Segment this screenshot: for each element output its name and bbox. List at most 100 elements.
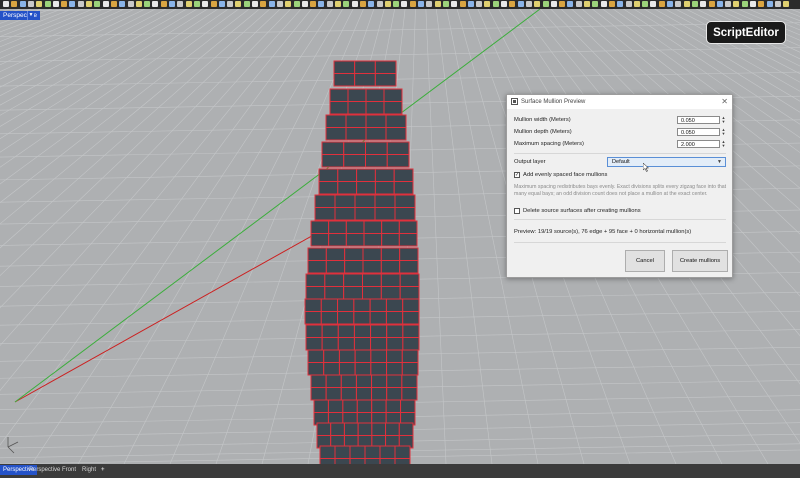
close-icon[interactable]: ✕ — [721, 95, 728, 109]
toolbar-tool-icon[interactable] — [94, 1, 101, 7]
toolbar-tool-icon[interactable] — [733, 1, 740, 7]
toolbar-tool-icon[interactable] — [61, 1, 68, 7]
toolbar-tool-icon[interactable] — [227, 1, 234, 7]
toolbar-tool-icon[interactable] — [351, 1, 358, 7]
toolbar-tool-icon[interactable] — [451, 1, 458, 7]
toolbar-tool-icon[interactable] — [650, 1, 657, 7]
toolbar-tool-icon[interactable] — [575, 1, 582, 7]
toolbar-tool-icon[interactable] — [459, 1, 466, 7]
toolbar-tool-icon[interactable] — [19, 1, 26, 7]
toolbar-tool-icon[interactable] — [741, 1, 748, 7]
delete-sources-checkbox[interactable] — [514, 208, 520, 214]
toolbar-tool-icon[interactable] — [210, 1, 217, 7]
toolbar-tool-icon[interactable] — [3, 1, 9, 7]
toolbar-tool-icon[interactable] — [393, 1, 400, 7]
toolbar-tool-icon[interactable] — [11, 1, 18, 7]
toolbar-tool-icon[interactable] — [584, 1, 590, 7]
toolbar-tool-icon[interactable] — [160, 1, 167, 7]
toolbar-tool-icon[interactable] — [310, 1, 317, 7]
mullion-width-input[interactable]: 0.050 — [677, 116, 720, 124]
toolbar-tool-icon[interactable] — [69, 1, 76, 7]
toolbar-tool-icon[interactable] — [110, 1, 117, 7]
toolbar-tool-icon[interactable] — [52, 1, 59, 7]
dialog-titlebar[interactable]: Surface Mullion Preview ✕ — [507, 95, 732, 109]
tab-right[interactable]: Right — [79, 465, 99, 475]
toolbar-tool-icon[interactable] — [368, 1, 375, 7]
add-mullions-checkbox[interactable]: ✓ — [514, 172, 520, 178]
toolbar-tool-icon[interactable] — [401, 1, 408, 7]
toolbar-tool-icon[interactable] — [152, 1, 159, 7]
toolbar-tool-icon[interactable] — [260, 1, 267, 7]
toolbar-tool-icon[interactable] — [285, 1, 292, 7]
mullion-width-stepper[interactable]: ▲ ▼ — [721, 116, 726, 124]
toolbar-tool-icon[interactable] — [218, 1, 225, 7]
toolbar-tool-icon[interactable] — [169, 1, 175, 7]
output-layer-select[interactable]: Default ▼ — [607, 157, 726, 167]
toolbar-tool-icon[interactable] — [418, 1, 424, 7]
toolbar-tool-icon[interactable] — [774, 1, 781, 7]
toolbar-tool-icon[interactable] — [243, 1, 250, 7]
toolbar-tool-icon[interactable] — [708, 1, 715, 7]
toolbar-tool-icon[interactable] — [683, 1, 690, 7]
toolbar-tool-icon[interactable] — [476, 1, 483, 7]
toolbar-tool-icon[interactable] — [135, 1, 142, 7]
toolbar-tool-icon[interactable] — [608, 1, 615, 7]
toolbar-tool-icon[interactable] — [750, 1, 756, 7]
max-spacing-stepper[interactable]: ▲ ▼ — [721, 140, 726, 148]
delete-sources-label[interactable]: Delete source surfaces after creating mu… — [523, 208, 641, 214]
toolbar-tool-icon[interactable] — [376, 1, 383, 7]
toolbar-tool-icon[interactable] — [509, 1, 516, 7]
toolbar-tool-icon[interactable] — [36, 1, 43, 7]
cancel-button[interactable]: Cancel — [625, 250, 665, 272]
toolbar-tool-icon[interactable] — [144, 1, 151, 7]
tab-front[interactable]: Front — [59, 465, 79, 475]
toolbar-tool-icon[interactable] — [434, 1, 441, 7]
toolbar-tool-icon[interactable] — [409, 1, 416, 7]
toolbar-tool-icon[interactable] — [550, 1, 557, 7]
toolbar-tool-icon[interactable] — [27, 1, 34, 7]
toolbar-tool-icon[interactable] — [492, 1, 499, 7]
toolbar-tool-icon[interactable] — [77, 1, 84, 7]
toolbar-tool-icon[interactable] — [127, 1, 134, 7]
viewport-menu-chevron-icon[interactable]: ▼ — [27, 11, 34, 20]
toolbar-tool-icon[interactable] — [252, 1, 258, 7]
create-mullions-button[interactable]: Create mullions — [672, 250, 728, 272]
toolbar-tool-icon[interactable] — [617, 1, 624, 7]
chevron-down-icon[interactable]: ▼ — [717, 158, 722, 166]
toolbar-tool-icon[interactable] — [359, 1, 366, 7]
toolbar-tool-icon[interactable] — [559, 1, 566, 7]
toolbar-tool-icon[interactable] — [542, 1, 549, 7]
toolbar-tool-icon[interactable] — [633, 1, 640, 7]
toolbar-tool-icon[interactable] — [525, 1, 532, 7]
toolbar-tool-icon[interactable] — [426, 1, 433, 7]
toolbar-tool-icon[interactable] — [567, 1, 574, 7]
toolbar-tool-icon[interactable] — [592, 1, 599, 7]
toolbar-tool-icon[interactable] — [625, 1, 632, 7]
toolbar-tool-icon[interactable] — [725, 1, 732, 7]
toolbar-tool-icon[interactable] — [335, 1, 341, 7]
add-mullions-label[interactable]: Add evenly spaced face mullions — [523, 172, 607, 178]
toolbar-tool-icon[interactable] — [783, 1, 790, 7]
toolbar-tool-icon[interactable] — [44, 1, 51, 7]
toolbar-tool-icon[interactable] — [766, 1, 773, 7]
toolbar-tool-icon[interactable] — [667, 1, 673, 7]
toolbar-tool-icon[interactable] — [86, 1, 92, 7]
toolbar-tool-icon[interactable] — [326, 1, 333, 7]
toolbar-tool-icon[interactable] — [235, 1, 242, 7]
max-spacing-input[interactable]: 2.000 — [677, 140, 720, 148]
toolbar-tool-icon[interactable] — [600, 1, 607, 7]
toolbar-tool-icon[interactable] — [517, 1, 524, 7]
toolbar-tool-icon[interactable] — [102, 1, 109, 7]
mullion-depth-input[interactable]: 0.050 — [677, 128, 720, 136]
toolbar-tool-icon[interactable] — [276, 1, 283, 7]
toolbar-tool-icon[interactable] — [318, 1, 325, 7]
toolbar-tool-icon[interactable] — [343, 1, 350, 7]
toolbar-tool-icon[interactable] — [193, 1, 200, 7]
tab-perspective[interactable]: Perspective — [26, 465, 63, 475]
toolbar-tool-icon[interactable] — [675, 1, 682, 7]
toolbar-tool-icon[interactable] — [467, 1, 474, 7]
toolbar-tool-icon[interactable] — [268, 1, 275, 7]
toolbar-tool-icon[interactable] — [119, 1, 126, 7]
toolbar-tool-icon[interactable] — [700, 1, 707, 7]
toolbar-tool-icon[interactable] — [442, 1, 449, 7]
